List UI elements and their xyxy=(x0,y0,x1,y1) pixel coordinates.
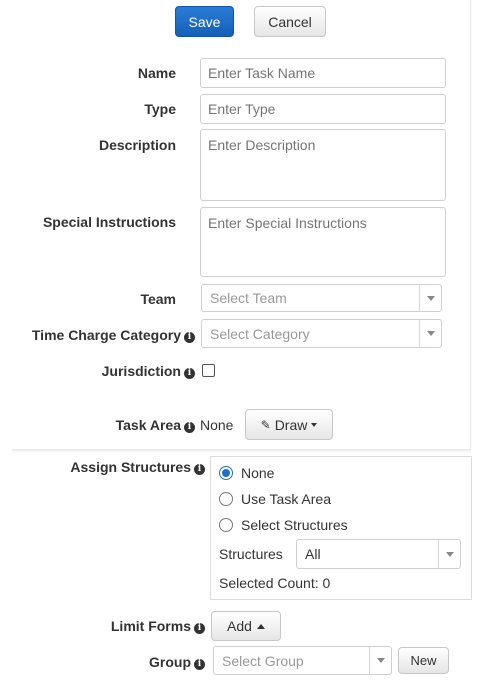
radio-button[interactable] xyxy=(219,466,233,480)
radio-button[interactable] xyxy=(219,492,233,506)
time-charge-category-select-value: Select Category xyxy=(210,325,310,342)
radio-none[interactable]: None xyxy=(219,465,274,481)
info-icon: i xyxy=(184,332,195,343)
task-area-label-text: Task Area xyxy=(115,417,181,433)
add-limit-form-button[interactable]: Add xyxy=(211,611,281,641)
assign-structures-label-text: Assign Structures xyxy=(70,459,191,475)
radio-button[interactable] xyxy=(219,518,233,532)
task-area-value: None xyxy=(200,417,234,433)
team-select[interactable]: Select Team xyxy=(201,284,442,312)
draw-button[interactable]: ✎ Draw xyxy=(245,409,333,440)
jurisdiction-label: Jurisdiction i xyxy=(102,363,195,379)
add-button-label: Add xyxy=(227,618,252,634)
description-label: Description xyxy=(98,137,176,153)
jurisdiction-label-text: Jurisdiction xyxy=(101,363,181,379)
limit-forms-label: Limit Forms i xyxy=(111,618,205,634)
selected-count: Selected Count: 0 xyxy=(219,575,331,591)
name-label: Name xyxy=(137,65,176,81)
info-icon: i xyxy=(194,623,205,634)
info-icon: i xyxy=(184,368,195,379)
radio-use-task-area[interactable]: Use Task Area xyxy=(219,491,331,507)
new-group-button[interactable]: New xyxy=(398,647,449,674)
radio-select-structures[interactable]: Select Structures xyxy=(219,517,348,533)
time-charge-category-label: Time Charge Category i xyxy=(32,327,195,343)
group-label: Group i xyxy=(149,654,205,670)
radio-label: None xyxy=(241,465,275,481)
jurisdiction-checkbox[interactable] xyxy=(202,364,215,377)
chevron-down-icon xyxy=(438,540,460,568)
cancel-button[interactable]: Cancel xyxy=(254,6,326,37)
team-label: Team xyxy=(140,291,176,307)
structures-select[interactable]: All xyxy=(296,539,461,569)
task-area-label: Task Area i xyxy=(116,417,195,433)
group-select-value: Select Group xyxy=(222,652,304,669)
time-charge-category-label-text: Time Charge Category xyxy=(31,327,181,343)
radio-label: Select Structures xyxy=(241,517,348,533)
structures-label: Structures xyxy=(219,546,283,562)
group-label-text: Group xyxy=(149,654,191,670)
limit-forms-label-text: Limit Forms xyxy=(110,618,191,634)
radio-label: Use Task Area xyxy=(241,491,332,507)
description-textarea[interactable] xyxy=(200,129,446,201)
special-instructions-label: Special Instructions xyxy=(42,214,176,230)
assign-structures-label: Assign Structures i xyxy=(70,459,205,475)
save-button[interactable]: Save xyxy=(175,6,234,37)
structures-select-value: All xyxy=(305,546,321,562)
type-label: Type xyxy=(144,101,176,117)
type-input[interactable] xyxy=(200,94,446,124)
caret-down-icon xyxy=(311,422,318,427)
info-icon: i xyxy=(184,422,195,433)
draw-button-label: Draw xyxy=(274,416,308,433)
special-instructions-textarea[interactable] xyxy=(200,207,446,277)
chevron-down-icon xyxy=(419,320,441,347)
assign-structures-panel: None Use Task Area Select Structures Str… xyxy=(210,456,472,600)
task-name-input[interactable] xyxy=(200,58,446,88)
caret-up-icon xyxy=(256,623,265,629)
team-select-value: Select Team xyxy=(210,290,287,306)
edit-icon: ✎ xyxy=(260,417,271,432)
panel-divider xyxy=(12,449,471,453)
chevron-down-icon xyxy=(369,647,391,674)
chevron-down-icon xyxy=(419,285,441,311)
group-select[interactable]: Select Group xyxy=(213,646,392,675)
time-charge-category-select[interactable]: Select Category xyxy=(201,319,442,348)
info-icon: i xyxy=(194,464,205,475)
info-icon: i xyxy=(194,659,205,670)
